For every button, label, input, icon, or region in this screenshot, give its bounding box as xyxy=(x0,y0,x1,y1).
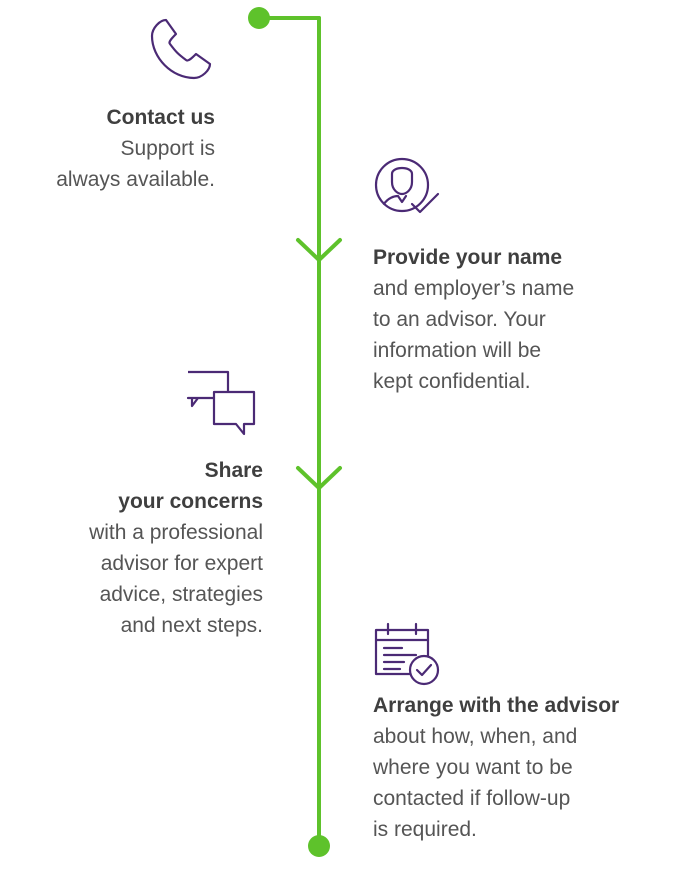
advisor-person-icon xyxy=(374,157,440,214)
step-body-line: where you want to be xyxy=(373,756,573,779)
step-body-line: about how, when, and xyxy=(373,725,578,748)
step-body-line: with a professional xyxy=(89,521,263,544)
step-title: your concerns xyxy=(118,490,263,513)
step-body-line: and next steps. xyxy=(120,614,263,637)
step-body-line: advice, strategies xyxy=(99,583,263,606)
step-body-line: Support is xyxy=(120,137,215,160)
step-contact-us: Contact us Support is always available. xyxy=(56,102,215,195)
step-title: Provide your name xyxy=(373,246,563,269)
step-title: Share xyxy=(204,459,263,482)
step-title: Contact us xyxy=(106,106,215,129)
step-body-line: and employer’s name xyxy=(373,277,575,300)
timeline-start-dot xyxy=(248,7,270,29)
step-body-line: to an advisor. Your xyxy=(373,308,546,331)
step-body-line: kept confidential. xyxy=(373,370,531,393)
timeline-end-dot xyxy=(308,835,330,857)
step-body-line: is required. xyxy=(373,818,477,841)
step-body-line: information will be xyxy=(373,339,542,362)
phone-icon xyxy=(150,18,212,80)
step-body-line: always available. xyxy=(56,168,215,191)
calendar-check-icon xyxy=(374,622,440,686)
chat-bubbles-icon xyxy=(186,370,256,436)
step-body-line: contacted if follow-up xyxy=(373,787,571,810)
step-share-concerns: Share your concerns with a professional … xyxy=(89,455,263,641)
step-title: Arrange with the advisor xyxy=(373,694,620,717)
step-arrange-advisor: Arrange with the advisor about how, when… xyxy=(373,690,619,845)
step-provide-name: Provide your name and employer’s name to… xyxy=(373,242,574,397)
step-body-line: advisor for expert xyxy=(100,552,263,575)
